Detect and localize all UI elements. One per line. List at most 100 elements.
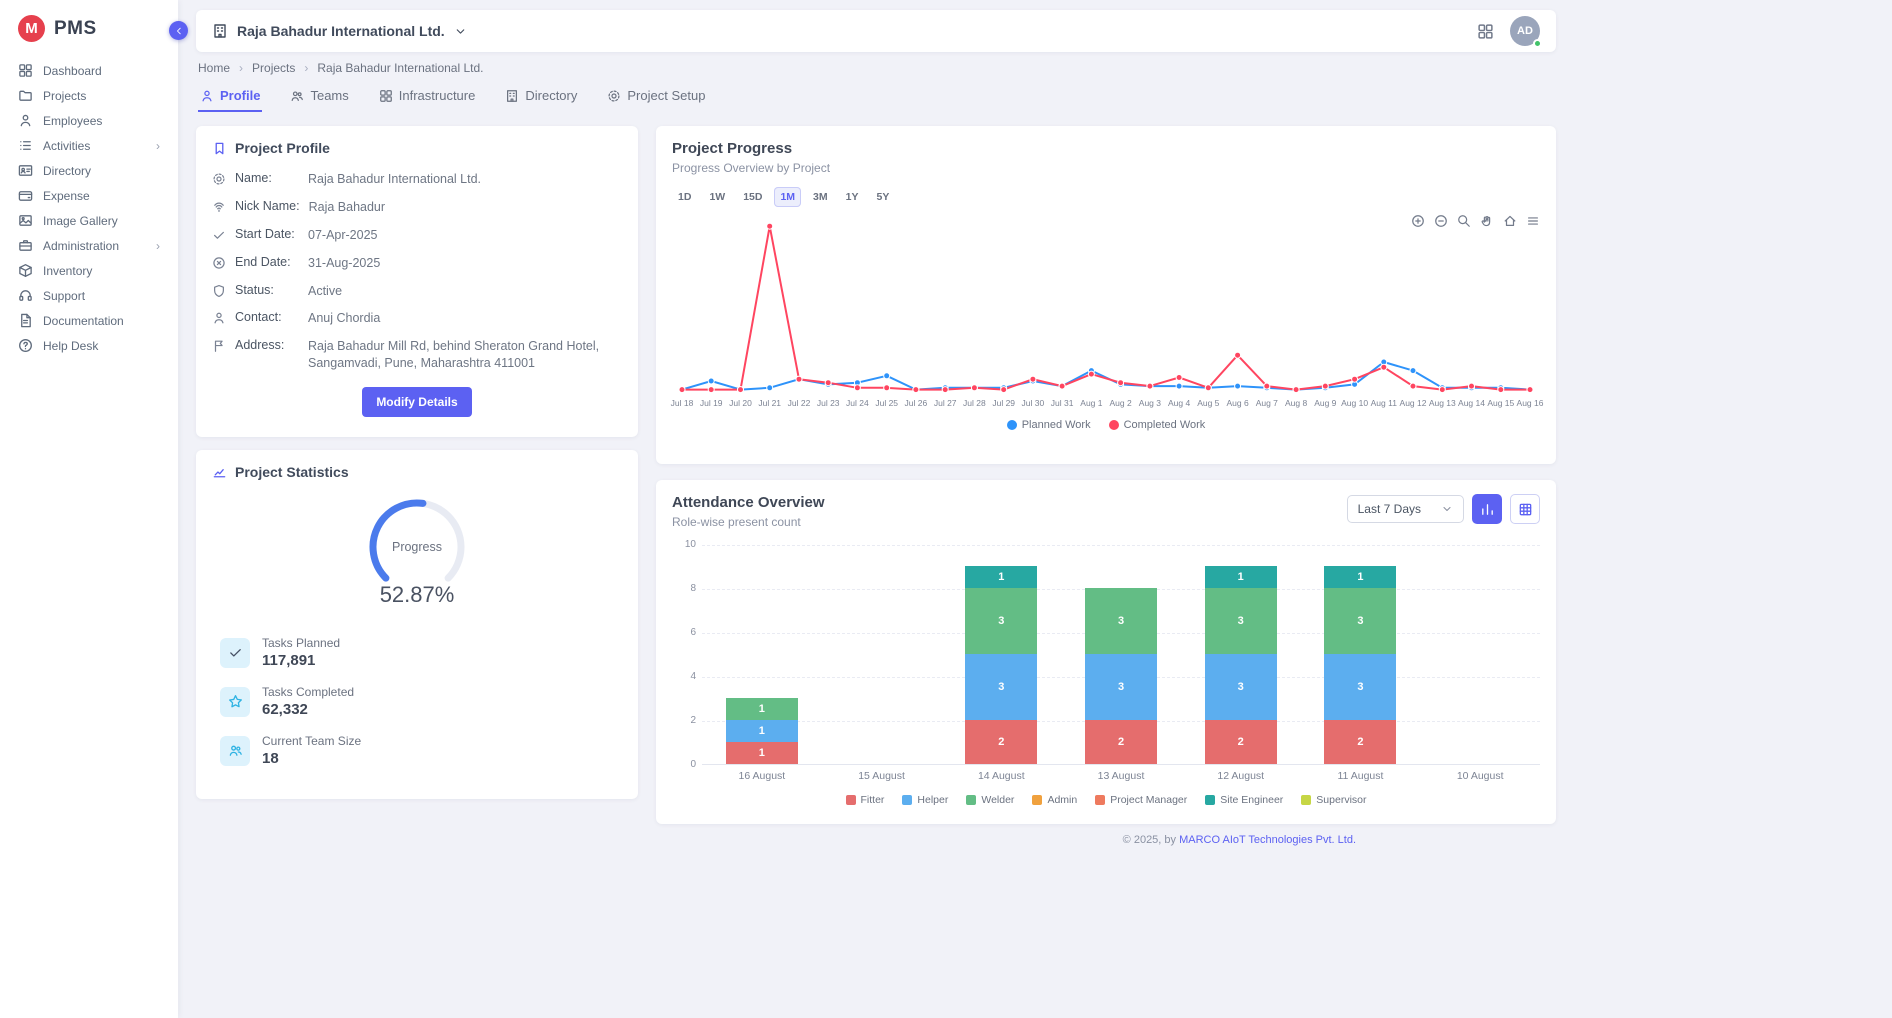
company-selector[interactable]: Raja Bahadur International Ltd. [212, 23, 467, 39]
sidebar-item-documentation[interactable]: Documentation [0, 308, 178, 333]
legend-item[interactable]: Planned Work [1007, 419, 1091, 431]
bar-series-area: 111233123323312331 [702, 545, 1540, 764]
range-15d-button[interactable]: 15D [737, 187, 768, 207]
chevron-right-icon: › [304, 61, 308, 75]
stat-tasks-planned: Tasks Planned 117,891 [220, 636, 622, 669]
line-chart-svg [672, 213, 1540, 398]
bar-segment[interactable]: 1 [965, 566, 1037, 588]
bar-segment[interactable]: 1 [1205, 566, 1277, 588]
range-1m-button[interactable]: 1M [774, 187, 801, 207]
bar-segment[interactable]: 2 [1085, 720, 1157, 764]
sidebar-item-dashboard[interactable]: Dashboard [0, 58, 178, 83]
field-value: 07-Apr-2025 [308, 227, 622, 244]
sidebar-item-projects[interactable]: Projects [0, 83, 178, 108]
profile-field-address: Address: Raja Bahadur Mill Rd, behind Sh… [212, 338, 622, 372]
headset-icon [18, 288, 33, 303]
footer-company-link[interactable]: MARCO AIoT Technologies Pvt. Ltd. [1179, 834, 1356, 846]
modify-details-button[interactable]: Modify Details [362, 387, 471, 417]
bar-segment[interactable]: 3 [1085, 588, 1157, 654]
range-1y-button[interactable]: 1Y [840, 187, 865, 207]
breadcrumb: Home › Projects › Raja Bahadur Internati… [198, 61, 1554, 75]
x-axis-label: 11 August [1301, 770, 1421, 782]
sidebar-item-image-gallery[interactable]: Image Gallery [0, 208, 178, 233]
tab-directory[interactable]: Directory [503, 84, 579, 112]
sidebar-item-expense[interactable]: Expense [0, 183, 178, 208]
x-axis-label: Jul 23 [817, 398, 840, 408]
legend-marker-icon [966, 795, 976, 805]
chevron-left-icon [174, 26, 184, 36]
breadcrumb-home[interactable]: Home [198, 61, 230, 75]
chart-legend: Planned Work Completed Work [672, 419, 1540, 431]
home-reset-icon[interactable] [1503, 214, 1517, 228]
tab-infrastructure[interactable]: Infrastructure [377, 84, 478, 112]
apps-grid-button[interactable] [1477, 23, 1494, 40]
chevron-down-icon [454, 25, 467, 38]
sidebar-item-directory[interactable]: Directory [0, 158, 178, 183]
card-subtitle: Role-wise present count [672, 515, 825, 529]
table-view-button[interactable] [1510, 494, 1540, 524]
attendance-chart[interactable]: 0246810111233123323312331 [702, 545, 1540, 765]
y-axis-label: 4 [674, 671, 696, 682]
tab-teams[interactable]: Teams [288, 84, 350, 112]
user-avatar[interactable]: AD [1510, 16, 1540, 46]
zoom-in-icon[interactable] [1411, 214, 1425, 228]
project-progress-chart[interactable] [672, 213, 1540, 398]
legend-item[interactable]: Welder [966, 794, 1014, 806]
selection-zoom-icon[interactable] [1457, 214, 1471, 228]
tab-profile[interactable]: Profile [198, 84, 262, 112]
x-axis-label: Jul 30 [1022, 398, 1045, 408]
x-axis-label: Jul 25 [875, 398, 898, 408]
file-text-icon [18, 313, 33, 328]
bar-segment[interactable]: 2 [965, 720, 1037, 764]
bar-segment[interactable]: 2 [1205, 720, 1277, 764]
range-1d-button[interactable]: 1D [672, 187, 697, 207]
bar-segment[interactable]: 3 [1205, 588, 1277, 654]
chevron-down-icon [1441, 503, 1453, 515]
bar-segment[interactable]: 1 [726, 698, 798, 720]
legend-item[interactable]: Site Engineer [1205, 794, 1283, 806]
legend-item[interactable]: Admin [1032, 794, 1077, 806]
range-1w-button[interactable]: 1W [703, 187, 731, 207]
legend-item[interactable]: Supervisor [1301, 794, 1366, 806]
app-logo[interactable]: M PMS [0, 0, 178, 58]
bar-segment[interactable]: 3 [1205, 654, 1277, 720]
range-3m-button[interactable]: 3M [807, 187, 834, 207]
bar-segment[interactable]: 3 [1324, 588, 1396, 654]
bar-segment[interactable]: 3 [965, 654, 1037, 720]
bar-segment[interactable]: 1 [726, 742, 798, 764]
bar-segment[interactable]: 1 [1324, 566, 1396, 588]
breadcrumb-projects[interactable]: Projects [252, 61, 295, 75]
sidebar-item-label: Projects [43, 89, 86, 103]
bar-view-button[interactable] [1472, 494, 1502, 524]
stat-label: Tasks Completed [262, 685, 354, 699]
legend-item[interactable]: Project Manager [1095, 794, 1187, 806]
x-axis-label: Aug 6 [1226, 398, 1248, 408]
sidebar-item-support[interactable]: Support [0, 283, 178, 308]
menu-icon[interactable] [1526, 214, 1540, 228]
bar-segment[interactable]: 3 [965, 588, 1037, 654]
tab-project-setup[interactable]: Project Setup [605, 84, 707, 112]
zoom-out-icon[interactable] [1434, 214, 1448, 228]
sidebar-item-inventory[interactable]: Inventory [0, 258, 178, 283]
bar-segment[interactable]: 2 [1324, 720, 1396, 764]
range-5y-button[interactable]: 5Y [870, 187, 895, 207]
bar-column: 111 [702, 545, 822, 764]
legend-item[interactable]: Helper [902, 794, 948, 806]
bar-segment[interactable]: 3 [1324, 654, 1396, 720]
sidebar-item-administration[interactable]: Administration › [0, 233, 178, 258]
pan-hand-icon[interactable] [1480, 214, 1494, 228]
briefcase-icon [18, 238, 33, 253]
sidebar-collapse-button[interactable] [169, 21, 188, 40]
sidebar-item-help-desk[interactable]: Help Desk [0, 333, 178, 358]
legend-item[interactable]: Completed Work [1109, 419, 1206, 431]
profile-field-status: Status: Active [212, 283, 622, 300]
field-label: Status: [235, 283, 299, 297]
attendance-range-select[interactable]: Last 7 Days [1347, 495, 1464, 523]
gear-icon [607, 89, 621, 103]
bar-segment[interactable]: 1 [726, 720, 798, 742]
bar-segment[interactable]: 3 [1085, 654, 1157, 720]
legend-item[interactable]: Fitter [846, 794, 885, 806]
sidebar-item-employees[interactable]: Employees [0, 108, 178, 133]
circle-x-icon [212, 256, 226, 270]
sidebar-item-activities[interactable]: Activities › [0, 133, 178, 158]
